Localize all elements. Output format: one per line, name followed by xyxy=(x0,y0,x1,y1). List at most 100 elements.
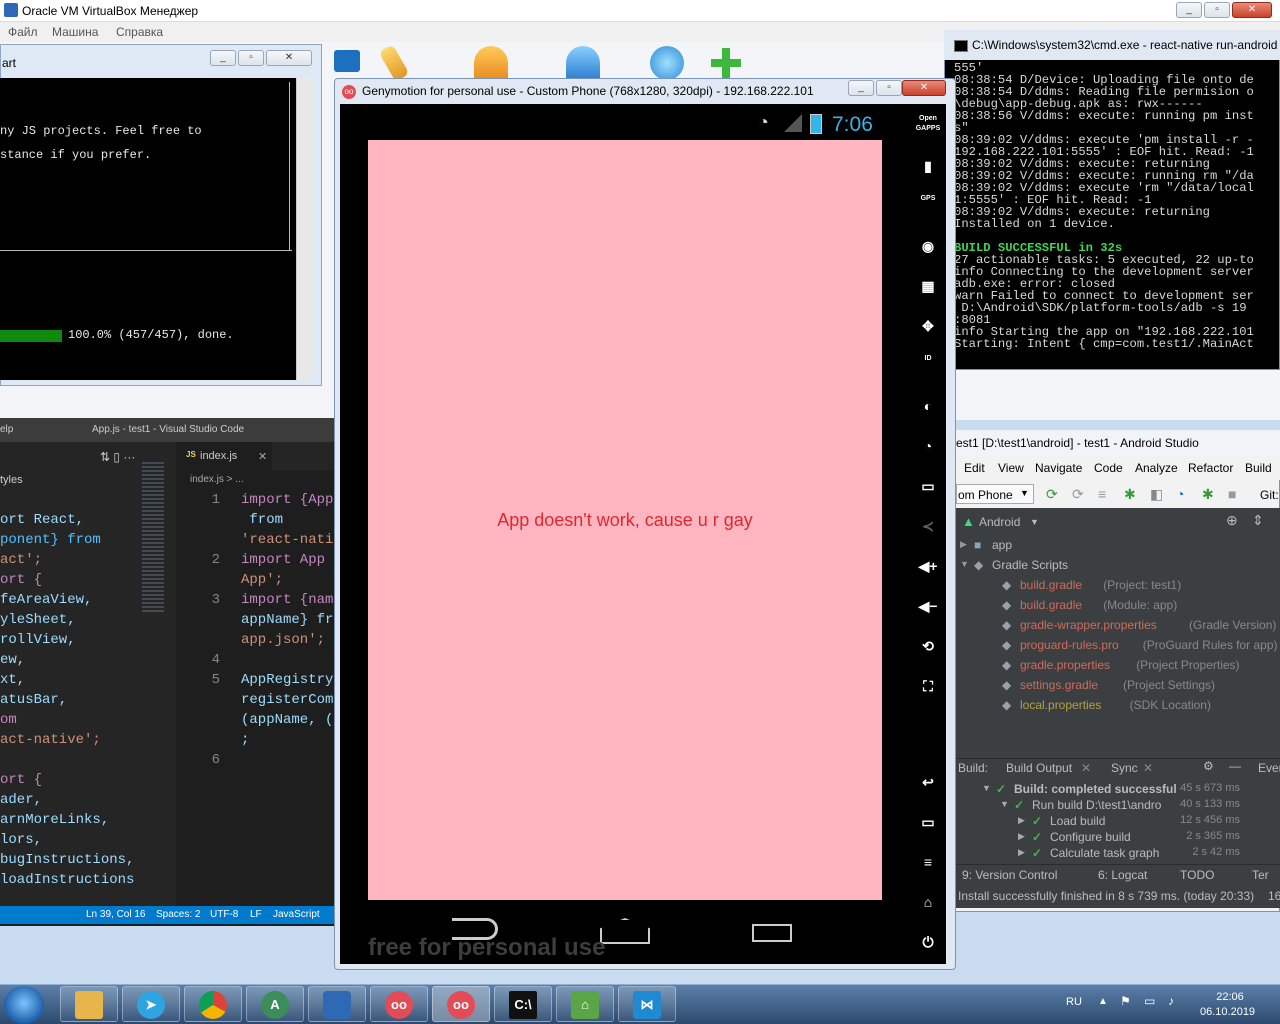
apply-changes-icon[interactable]: ⟳ xyxy=(1072,486,1084,503)
tab-close-icon[interactable]: ✕ xyxy=(258,450,267,463)
id-icon[interactable]: ID xyxy=(912,354,944,378)
events-tab[interactable]: Even xyxy=(1258,761,1280,775)
language-indicator[interactable]: RU xyxy=(1066,996,1082,1008)
close-button[interactable]: ✕ xyxy=(902,80,946,96)
attach-debugger-icon[interactable]: ✱ xyxy=(1202,486,1214,503)
sync-tab[interactable]: Sync xyxy=(1111,761,1138,775)
discard-tool-icon[interactable] xyxy=(474,46,508,80)
menu-file[interactable]: Файл xyxy=(8,25,38,39)
tree-item[interactable]: ◆ build.gradle (Module: app) xyxy=(956,596,1280,616)
power-icon[interactable]: ⏻ xyxy=(912,930,944,954)
taskbar-explorer[interactable] xyxy=(60,986,118,1022)
taskbar-node[interactable]: ⌂ xyxy=(556,986,614,1022)
build-row[interactable]: ▶ ✓ Configure build 2 s 365 ms xyxy=(956,830,1280,846)
menu-navigate[interactable]: Navigate xyxy=(1035,461,1082,475)
code-editor[interactable]: import {App from 'react-nati import App App… xyxy=(241,490,340,770)
build-row[interactable]: ▶ ✓ Calculate task graph 2 s 42 ms xyxy=(956,846,1280,862)
battery-icon[interactable]: ▮ xyxy=(912,154,944,178)
build-row[interactable]: ▼ ✓ Run build D:\test1\andro 40 s 133 ms xyxy=(956,798,1280,814)
status-spaces[interactable]: Spaces: 2 xyxy=(156,909,200,920)
minimap[interactable] xyxy=(142,462,164,612)
rotate-icon[interactable]: ⟲ xyxy=(912,634,944,658)
menu-machine[interactable]: Машина xyxy=(52,25,98,39)
scale-icon[interactable]: ⛶ xyxy=(912,674,944,698)
tree-item[interactable]: ▶ ■ app xyxy=(956,536,1280,556)
taskbar-chrome[interactable] xyxy=(184,986,242,1022)
tab-close-icon[interactable]: ✕ xyxy=(1081,761,1091,775)
project-view-selector[interactable]: Android xyxy=(979,515,1020,529)
status-eol[interactable]: LF xyxy=(250,909,262,920)
volume-down-icon[interactable]: ◀− xyxy=(912,594,944,618)
home-icon[interactable]: ⌂ xyxy=(912,890,944,914)
clock-date[interactable]: 06.10.2019 xyxy=(1200,1006,1255,1018)
console-scrollbar[interactable] xyxy=(296,78,314,380)
media-icon[interactable]: ▦ xyxy=(912,274,944,298)
close-button[interactable]: ✕ xyxy=(266,50,312,66)
maximize-button[interactable]: ▫ xyxy=(876,80,902,96)
taskbar-cmd[interactable]: C:\ xyxy=(494,986,552,1022)
profile-icon[interactable]: ◔ xyxy=(1176,486,1184,502)
maximize-button[interactable]: ▫ xyxy=(238,50,264,66)
tree-item[interactable]: ▼ ◆ Gradle Scripts xyxy=(956,556,1280,576)
minimize-button[interactable]: _ xyxy=(210,50,236,66)
global-tools-icon[interactable] xyxy=(650,46,684,80)
taskbar-android-studio[interactable]: A xyxy=(246,986,304,1022)
split-editor-icon[interactable]: ⇅ ▯ ··· xyxy=(100,450,135,464)
menu-build[interactable]: Build xyxy=(1245,461,1272,475)
rss-icon[interactable]: ◔ xyxy=(912,434,944,458)
clock-time[interactable]: 22:06 xyxy=(1210,991,1250,1003)
tree-item[interactable]: ◆ gradle-wrapper.properties (Gradle Versio… xyxy=(956,616,1280,636)
target-icon[interactable]: ⊕ xyxy=(1226,512,1238,529)
nav-recents-icon[interactable] xyxy=(752,924,792,942)
menu-icon[interactable]: ≡ xyxy=(912,850,944,874)
sms-icon[interactable]: ▭ xyxy=(912,474,944,498)
tray-expand-icon[interactable]: ▲ xyxy=(1098,996,1108,1007)
minimize-button[interactable]: _ xyxy=(848,80,874,96)
show-tool-icon[interactable] xyxy=(566,46,600,80)
rerun-icon[interactable]: ⟳ xyxy=(1046,486,1058,503)
start-button[interactable] xyxy=(4,986,44,1024)
coverage-icon[interactable]: ◧ xyxy=(1150,486,1163,503)
build-row[interactable]: ▶ ✓ Load build 12 s 456 ms xyxy=(956,814,1280,830)
volume-up-icon[interactable]: ◀+ xyxy=(912,554,944,578)
taskbar-genymotion[interactable]: oo xyxy=(370,986,428,1022)
taskbar-virtualbox[interactable] xyxy=(308,986,366,1022)
menu-analyze[interactable]: Analyze xyxy=(1135,461,1178,475)
network-icon[interactable]: ▭ xyxy=(1144,994,1155,1008)
terminal-tab[interactable]: Ter xyxy=(1252,868,1269,882)
logcat-tab[interactable]: 6: Logcat xyxy=(1098,868,1147,882)
disk-icon[interactable]: ◐ xyxy=(912,394,944,418)
menu-help[interactable]: Справка xyxy=(116,25,163,39)
debug-icon[interactable]: ✱ xyxy=(1124,486,1136,503)
collapse-icon[interactable]: ⇕ xyxy=(1252,512,1264,529)
gps-icon[interactable]: GPS xyxy=(912,194,944,218)
tab-close-icon[interactable]: ✕ xyxy=(1143,761,1153,775)
menu-code[interactable]: Code xyxy=(1094,461,1123,475)
back-icon[interactable]: ↩ xyxy=(912,770,944,794)
version-control-tab[interactable]: 9: Version Control xyxy=(962,868,1057,882)
menu-refactor[interactable]: Refactor xyxy=(1188,461,1233,475)
camera-icon[interactable]: ◉ xyxy=(912,234,944,258)
taskbar-vscode[interactable]: ⋈ xyxy=(618,986,676,1022)
stop-icon[interactable]: ■ xyxy=(1228,486,1236,502)
tree-item[interactable]: ◆ settings.gradle (Project Settings) xyxy=(956,676,1280,696)
dpad-icon[interactable]: ✥ xyxy=(912,314,944,338)
volume-icon[interactable]: ♪ xyxy=(1168,994,1174,1008)
build-row[interactable]: ▼ ✓ Build: completed successful 45 s 673 ms xyxy=(956,782,1280,798)
recent-icon[interactable]: ▭ xyxy=(912,810,944,834)
tree-item[interactable]: ◆ gradle.properties (Project Properties) xyxy=(956,656,1280,676)
share-icon[interactable]: ≺ xyxy=(912,514,944,538)
list-view-icon[interactable] xyxy=(334,50,360,72)
tree-item[interactable]: ◆ proguard-rules.pro (ProGuard Rules for a… xyxy=(956,636,1280,656)
maximize-button[interactable]: ▫ xyxy=(1204,2,1230,18)
status-encoding[interactable]: UTF-8 xyxy=(210,909,238,920)
status-language[interactable]: JavaScript xyxy=(273,909,320,920)
status-position[interactable]: Ln 39, Col 16 xyxy=(86,909,146,920)
gear-icon[interactable]: ⚙ xyxy=(1203,759,1214,773)
close-button[interactable]: ✕ xyxy=(1232,2,1272,18)
minimize-button[interactable]: _ xyxy=(1176,2,1202,18)
tree-item[interactable]: ◆ local.properties (SDK Location) xyxy=(956,696,1280,716)
taskbar-genymotion-player[interactable]: oo xyxy=(432,986,490,1022)
apply-code-icon[interactable]: ≡ xyxy=(1098,486,1106,502)
hide-panel-icon[interactable]: — xyxy=(1229,759,1241,773)
